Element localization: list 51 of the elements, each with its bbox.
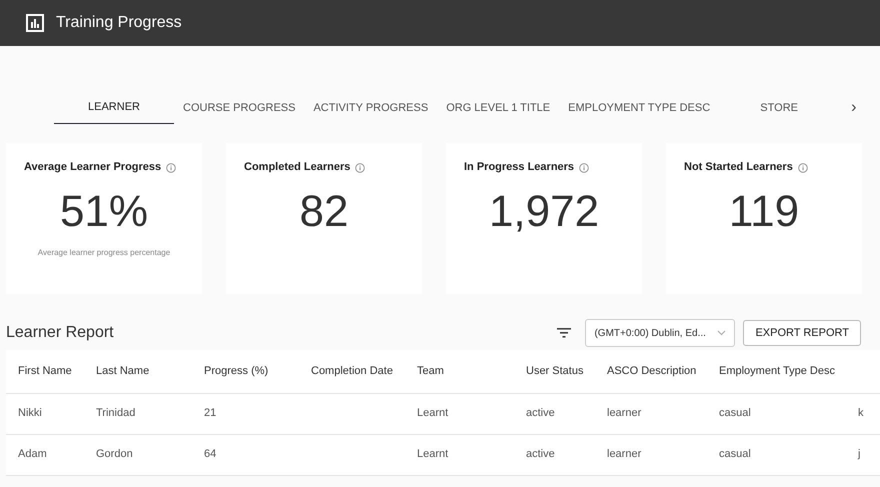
- table-cell: Nikki: [6, 393, 84, 434]
- stat-value: 82: [298, 188, 350, 237]
- filter-icon[interactable]: [557, 328, 572, 338]
- column-header: First Name: [6, 350, 84, 393]
- column-header: ASCO Description: [595, 350, 707, 393]
- stat-title: Completed Learners: [244, 161, 350, 174]
- info-icon[interactable]: [579, 162, 590, 173]
- table-cell: casual: [707, 393, 846, 434]
- table-cell: Trinidad: [84, 393, 192, 434]
- column-header: Progress (%): [192, 350, 299, 393]
- stat-title: Average Learner Progress: [24, 161, 162, 174]
- table-cell: Gordon: [84, 434, 192, 475]
- table-cell: active: [514, 434, 595, 475]
- column-header: Team: [405, 350, 514, 393]
- timezone-select[interactable]: (GMT+0:00) Dublin, Ed...: [585, 319, 736, 347]
- table-cell: learner: [595, 393, 707, 434]
- bar-chart-icon: [26, 14, 44, 32]
- window-title: Training Progress: [56, 13, 182, 33]
- tab[interactable]: STORE: [719, 92, 840, 124]
- table-cell: 21: [192, 393, 299, 434]
- column-header: Completion Date: [299, 350, 405, 393]
- table-cell: j: [846, 434, 880, 475]
- stat-value: 119: [728, 188, 800, 237]
- tab[interactable]: ACTIVITY PROGRESS: [304, 92, 438, 124]
- export-button[interactable]: EXPORT REPORT: [743, 320, 861, 346]
- table-cell: learner: [595, 434, 707, 475]
- column-header: User Status: [514, 350, 595, 393]
- next-tabs-button[interactable]: ›: [845, 92, 862, 124]
- report-title: Learner Report: [6, 323, 114, 343]
- stat-title: In Progress Learners: [464, 161, 574, 174]
- chevron-down-icon: [717, 330, 726, 336]
- stat-value: 51%: [58, 188, 150, 237]
- table-cell: Learnt: [405, 434, 514, 475]
- table-cell: casual: [707, 434, 846, 475]
- stat-title: Not Started Learners: [684, 161, 793, 174]
- table-cell: k: [846, 393, 880, 434]
- stat-value: 1,972: [488, 188, 600, 237]
- tab[interactable]: COURSE PROGRESS: [174, 92, 304, 124]
- info-icon[interactable]: [166, 162, 176, 173]
- stat-caption: Average learner progress percentage: [36, 246, 172, 259]
- table-cell: 64: [192, 434, 299, 475]
- tab[interactable]: EMPLOYMENT TYPE DESC: [559, 92, 720, 124]
- table-cell: Adam: [6, 434, 84, 475]
- table-cell: Learnt: [405, 393, 514, 434]
- info-icon[interactable]: [355, 162, 366, 173]
- column-header: Employment Type Desc: [707, 350, 846, 393]
- column-header: Last Name: [84, 350, 192, 393]
- info-icon[interactable]: [798, 162, 808, 173]
- table-cell: active: [514, 393, 595, 434]
- tab[interactable]: ORG LEVEL 1 TITLE: [437, 92, 560, 124]
- tab[interactable]: LEARNER: [54, 92, 174, 124]
